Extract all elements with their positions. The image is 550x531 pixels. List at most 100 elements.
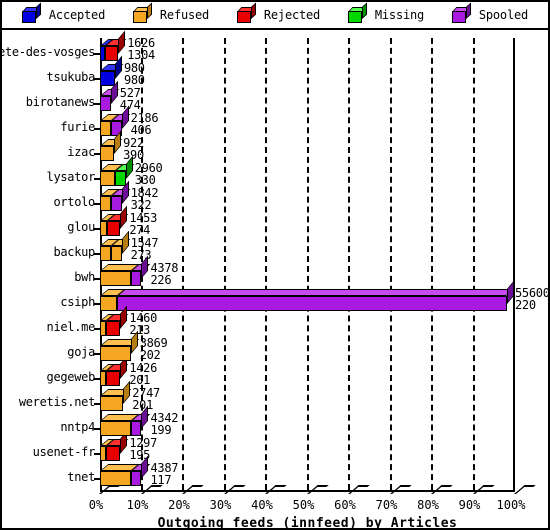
chart-legend: Accepted Refused Rejected Missing Spooled xyxy=(2,2,548,30)
bar-value-labels: 4387 117 xyxy=(151,462,179,486)
category-label: niel.me xyxy=(46,320,96,334)
bar-value-secondary: 474 xyxy=(119,98,141,112)
category-label: usenet-fr xyxy=(32,445,96,459)
category-label: ortolo xyxy=(53,195,95,209)
bar-value-labels: 1842 322 xyxy=(131,187,159,211)
x-axis-tick-label: 100% xyxy=(496,498,526,512)
bar-row: goja 3869 202 xyxy=(2,330,548,364)
category-label: tnet xyxy=(67,470,95,484)
bar-value-secondary: 201 xyxy=(129,373,151,387)
bar-value-secondary: 274 xyxy=(129,223,151,237)
legend-item: Accepted xyxy=(21,2,105,23)
category-label: bwh xyxy=(74,270,95,284)
x-axis-title: Outgoing feeds (innfeed) by Articles xyxy=(157,516,458,531)
bar-value-labels: 2186 406 xyxy=(131,112,159,136)
bar-segment-spooled xyxy=(117,280,516,311)
cube-icon xyxy=(347,2,368,23)
bar-value-secondary: 226 xyxy=(150,273,172,287)
bar-segment-missing xyxy=(114,155,135,186)
bar-value-labels: 922 390 xyxy=(123,137,144,161)
bar-segment-refused xyxy=(100,289,126,311)
category-label: furie xyxy=(60,120,95,134)
bar-value-secondary: 195 xyxy=(129,448,151,462)
bar-segment-refused xyxy=(100,464,140,486)
bar-value-secondary: 980 xyxy=(123,73,145,87)
category-label: birotanews xyxy=(25,95,96,109)
bar-segment-spooled xyxy=(100,80,120,111)
bar-row: ortolo 1842 322 xyxy=(2,180,548,214)
bar-segment-refused xyxy=(100,380,132,411)
legend-label: Rejected xyxy=(263,8,321,22)
bar-segment-rejected xyxy=(107,205,129,236)
plot-area: bete-des-vosges 1626 1304 tsukuba 980 980 biro… xyxy=(0,30,550,531)
bar-row: bwh 4378 226 xyxy=(2,255,548,289)
category-label: lysator xyxy=(46,170,96,184)
bar-segment-rejected xyxy=(106,430,129,461)
cube-icon xyxy=(451,2,472,23)
legend-label: Refused xyxy=(159,8,210,22)
bar-value-labels: 1453 274 xyxy=(129,212,157,236)
bar-segment-refused xyxy=(100,439,115,461)
x-axis-tick-label: 80% xyxy=(417,498,439,512)
legend-item: Missing xyxy=(347,2,425,23)
bar-row: csiph 55600 220 xyxy=(2,280,550,314)
cube-icon xyxy=(21,2,42,23)
legend-label: Spooled xyxy=(478,8,529,22)
bar-value-labels: 4378 226 xyxy=(151,262,179,286)
bar-segment-spooled xyxy=(130,405,150,436)
bar-segment-rejected xyxy=(105,30,127,61)
bar-segment-accepted xyxy=(100,55,124,86)
bar-segment-refused xyxy=(100,214,116,236)
category-label: tsukuba xyxy=(46,70,96,84)
bar-segment-refused xyxy=(100,414,140,436)
bar-segment-refused xyxy=(100,364,115,386)
x-axis-tick-label: 60% xyxy=(334,498,356,512)
bar-row: lysator 2960 330 xyxy=(2,155,548,189)
bar-segment-refused xyxy=(100,130,123,161)
bar-row: usenet-fr 1297 195 xyxy=(2,430,548,464)
bar-value-secondary: 330 xyxy=(134,173,156,187)
bar-value-secondary: 1304 xyxy=(127,48,155,62)
bar-value-labels: 1297 195 xyxy=(129,437,157,461)
bar-value-secondary: 390 xyxy=(123,148,144,162)
x-axis-line xyxy=(100,490,515,492)
bar-segment-refused xyxy=(100,239,120,261)
bar-row: birotanews 527 474 xyxy=(2,80,548,114)
cube-icon xyxy=(132,2,153,23)
bar-segment-rejected xyxy=(106,355,129,386)
bar-row: glou 1453 274 xyxy=(2,205,548,239)
bar-row: backup 1547 273 xyxy=(2,230,548,264)
bar-segment-spooled xyxy=(130,255,150,286)
legend-label: Missing xyxy=(374,8,425,22)
bar-segment-refused xyxy=(100,330,140,361)
bar-value-secondary: 202 xyxy=(139,348,161,362)
x-axis-tick-label: 30% xyxy=(209,498,232,512)
x-axis-tick-label: 90% xyxy=(458,498,481,512)
bar-value-labels: 1626 1304 xyxy=(127,37,155,61)
x-axis-tick-label: 0% xyxy=(88,498,104,512)
bar-value-labels: 3869 202 xyxy=(140,337,168,361)
x-axis-tick-label: 70% xyxy=(375,498,398,512)
bar-segment-refused xyxy=(100,164,124,186)
bar-segment-refused xyxy=(100,189,120,211)
bar-segment-spooled xyxy=(130,455,150,486)
bar-row: gegeweb 1426 201 xyxy=(2,355,548,389)
bar-row: izac 922 390 xyxy=(2,130,548,164)
bar-value-labels: 980 980 xyxy=(124,62,145,86)
bar-row: nntp4 4342 199 xyxy=(2,405,548,439)
cube-icon xyxy=(236,2,257,23)
bar-segment-refused xyxy=(100,264,140,286)
bar-value-labels: 527 474 xyxy=(120,87,141,111)
bar-value-labels: 1547 273 xyxy=(131,237,159,261)
bar-value-secondary: 199 xyxy=(150,423,172,437)
bar-row: weretis.net 2747 201 xyxy=(2,380,548,414)
bar-value-secondary: 220 xyxy=(515,298,536,312)
bar-value-labels: 2960 330 xyxy=(135,162,163,186)
bar-segment-rejected xyxy=(106,305,129,336)
bar-value-labels: 55600 220 xyxy=(515,287,550,311)
category-label: backup xyxy=(53,245,95,259)
legend-item: Rejected xyxy=(236,2,321,23)
category-label: weretis.net xyxy=(18,395,95,409)
category-label: nntp4 xyxy=(60,420,95,434)
bar-segment-refused xyxy=(110,230,130,261)
